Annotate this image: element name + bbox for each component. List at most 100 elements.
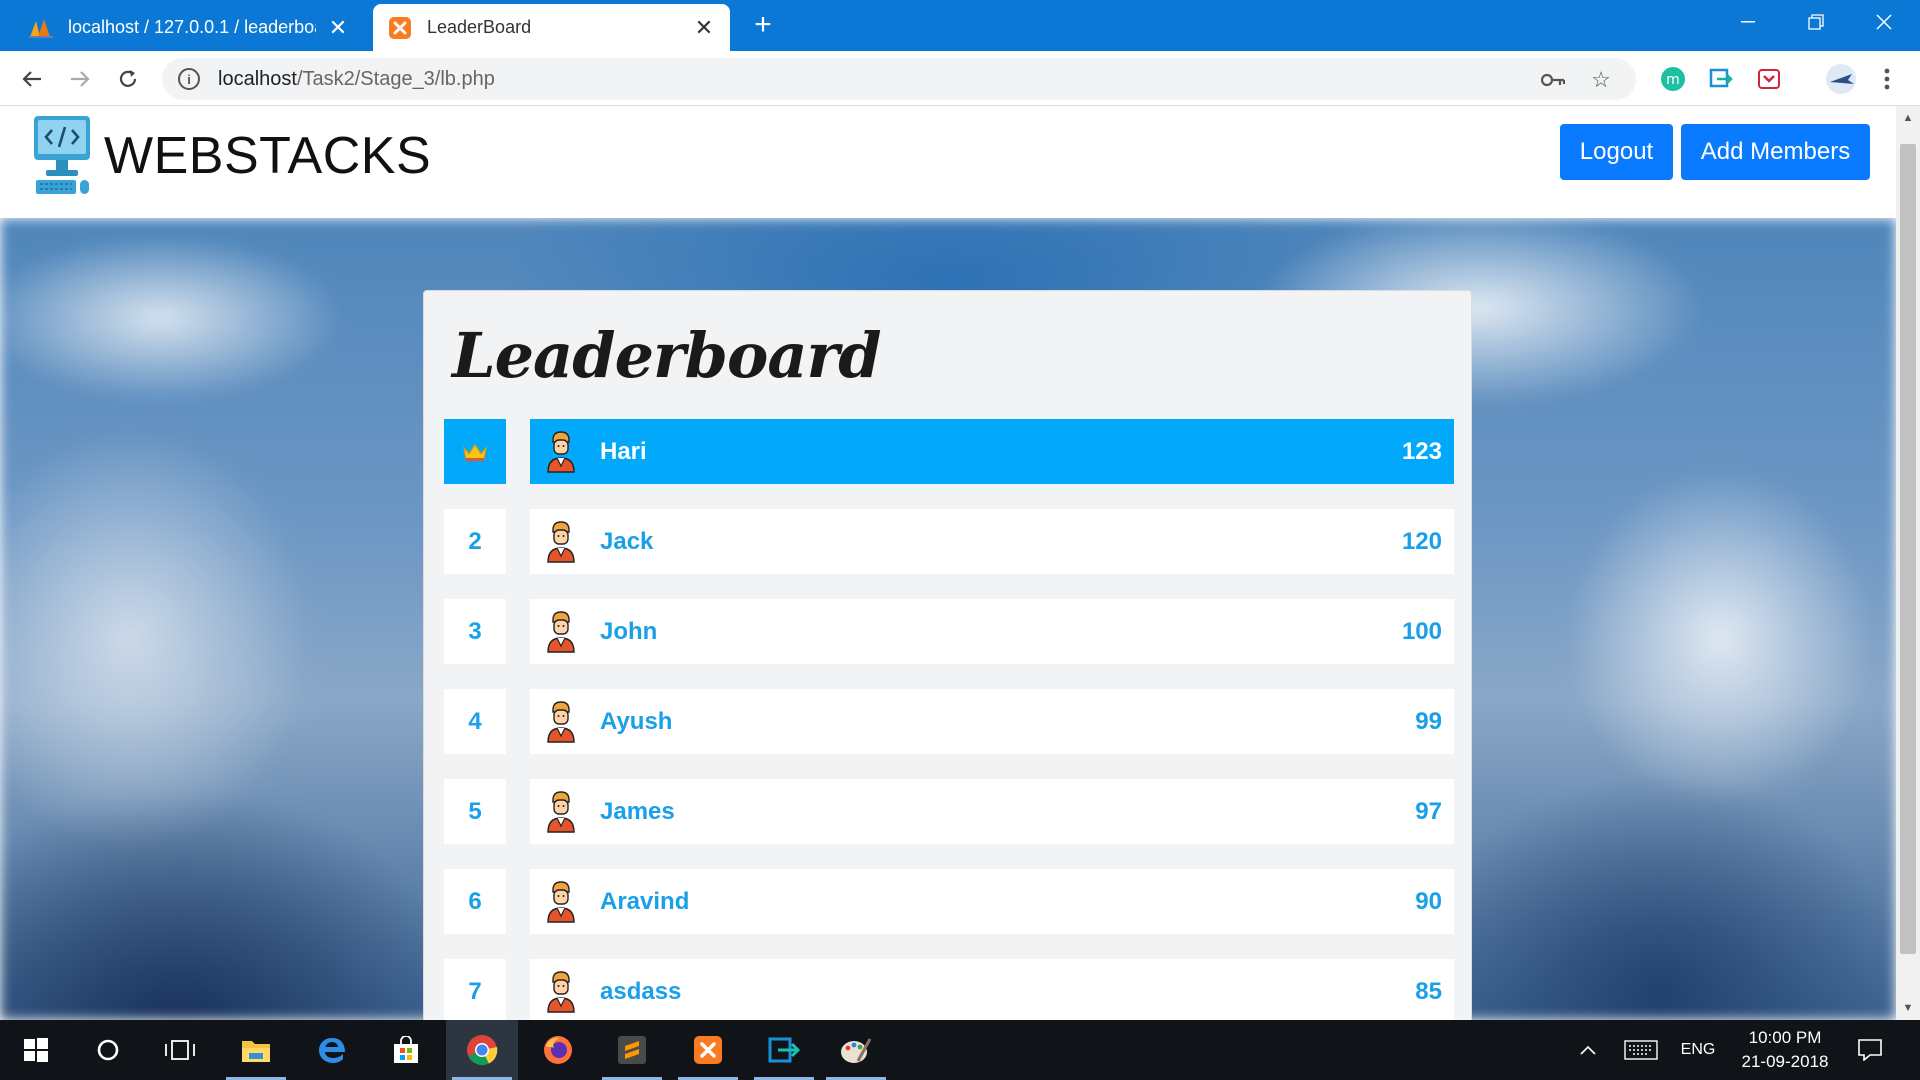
menu-dots-icon[interactable]: [1874, 66, 1900, 92]
member-avatar-icon: [547, 700, 575, 743]
paint-icon[interactable]: [820, 1020, 892, 1080]
member-entry[interactable]: Hari 123: [530, 419, 1454, 484]
member-entry[interactable]: asdass 85: [530, 959, 1454, 1020]
leaderboard-title: Leaderboard: [452, 319, 882, 392]
rank-number: 6: [444, 869, 506, 934]
rank-number: 4: [444, 689, 506, 754]
browser-tab-bar: localhost / 127.0.0.1 / leaderboard ✕ Le…: [0, 0, 1920, 51]
new-tab-button[interactable]: +: [748, 10, 778, 40]
scroll-down-icon[interactable]: ▼: [1896, 996, 1920, 1020]
member-score: 123: [1401, 437, 1442, 465]
leaderboard-row: 4 Ayush 99: [444, 689, 1454, 754]
keyboard-icon[interactable]: [1620, 1020, 1662, 1080]
scroll-thumb[interactable]: [1900, 144, 1916, 954]
member-score: 85: [1415, 977, 1442, 1005]
member-score: 90: [1415, 887, 1442, 915]
clock-time: 10:00 PM: [1748, 1028, 1822, 1047]
tab-title: LeaderBoard: [427, 17, 532, 37]
brand-name: WEBSTACKS: [104, 127, 432, 185]
cortana-search-icon[interactable]: [72, 1020, 144, 1080]
member-avatar-icon: [547, 610, 575, 653]
firefox-icon[interactable]: [522, 1020, 594, 1080]
svg-text:m: m: [1666, 72, 1680, 88]
member-name: James: [600, 797, 675, 825]
profile-avatar-icon[interactable]: [1826, 64, 1856, 94]
restore-icon[interactable]: [1782, 0, 1850, 44]
rank-number: 3: [444, 599, 506, 664]
leaderboard-row: 5 James 97: [444, 779, 1454, 844]
logout-button[interactable]: Logout: [1560, 124, 1673, 180]
task-view-icon[interactable]: [144, 1020, 216, 1080]
leaderboard-row: 7 asdass 85: [444, 959, 1454, 1020]
system-clock[interactable]: 10:00 PM 21-09-2018: [1720, 1026, 1850, 1074]
site-info-icon[interactable]: i: [178, 68, 200, 90]
tab-phpmyadmin[interactable]: localhost / 127.0.0.1 / leaderboard ✕: [14, 4, 364, 51]
member-entry[interactable]: Aravind 90: [530, 869, 1454, 934]
member-name: John: [600, 617, 658, 645]
member-score: 100: [1401, 617, 1442, 645]
crown-icon: [444, 419, 506, 484]
extension-share-icon[interactable]: [1708, 66, 1734, 92]
clock-date: 21-09-2018: [1741, 1052, 1829, 1071]
language-indicator[interactable]: ENG: [1674, 1020, 1722, 1080]
tab-leaderboard[interactable]: LeaderBoard ✕: [373, 4, 730, 51]
scroll-up-icon[interactable]: ▲: [1896, 106, 1920, 130]
member-name: Hari: [600, 437, 647, 465]
member-avatar-icon: [547, 430, 575, 473]
member-entry[interactable]: Ayush 99: [530, 689, 1454, 754]
key-icon[interactable]: [1540, 67, 1566, 93]
notifications-icon[interactable]: [1850, 1020, 1890, 1080]
microsoft-store-icon[interactable]: [370, 1020, 442, 1080]
browser-toolbar: i localhost/Task2/Stage_3/lb.php ☆ m: [0, 51, 1920, 106]
member-entry[interactable]: Jack 120: [530, 509, 1454, 574]
close-window-icon[interactable]: [1850, 0, 1918, 44]
leaderboard-row: 3 John 100: [444, 599, 1454, 664]
windows-start-icon[interactable]: [0, 1020, 72, 1080]
page-viewport: WEBSTACKS Logout Add Members Leaderboard…: [0, 106, 1896, 1020]
phpmyadmin-icon: [28, 15, 54, 41]
close-icon[interactable]: ✕: [326, 15, 350, 40]
file-explorer-icon[interactable]: [220, 1020, 292, 1080]
computer-code-icon: [34, 116, 90, 194]
address-bar[interactable]: i localhost/Task2/Stage_3/lb.php ☆: [162, 58, 1636, 100]
member-avatar-icon: [547, 880, 575, 923]
share-app-icon[interactable]: [748, 1020, 820, 1080]
member-entry[interactable]: John 100: [530, 599, 1454, 664]
site-navbar: WEBSTACKS Logout Add Members: [0, 106, 1896, 218]
member-name: asdass: [600, 977, 682, 1005]
member-entry[interactable]: James 97: [530, 779, 1454, 844]
member-avatar-icon: [547, 520, 575, 563]
brand[interactable]: WEBSTACKS: [32, 112, 431, 200]
bookmark-star-icon[interactable]: ☆: [1588, 67, 1614, 93]
rank-number: 2: [444, 509, 506, 574]
member-name: Jack: [600, 527, 654, 555]
page-scrollbar[interactable]: ▲ ▼: [1896, 106, 1920, 1020]
edge-browser-icon[interactable]: [296, 1020, 368, 1080]
member-avatar-icon: [547, 790, 575, 833]
add-members-button[interactable]: Add Members: [1681, 124, 1870, 180]
tab-title: localhost / 127.0.0.1 / leaderboard: [68, 17, 316, 37]
forward-icon[interactable]: [62, 61, 98, 97]
chrome-icon[interactable]: [446, 1020, 518, 1080]
url-text: localhost/Task2/Stage_3/lb.php: [218, 67, 495, 90]
xampp-icon: [387, 15, 413, 41]
back-icon[interactable]: [14, 61, 50, 97]
rank-number: 7: [444, 959, 506, 1020]
close-icon[interactable]: ✕: [692, 15, 716, 40]
rank-number: 5: [444, 779, 506, 844]
extension-pocket-icon[interactable]: [1756, 66, 1782, 92]
xampp-taskbar-icon[interactable]: [672, 1020, 744, 1080]
member-name: Ayush: [600, 707, 673, 735]
extension-m-icon[interactable]: m: [1660, 66, 1686, 92]
member-score: 120: [1401, 527, 1442, 555]
member-score: 99: [1415, 707, 1442, 735]
reload-icon[interactable]: [110, 61, 146, 97]
show-hidden-icons-icon[interactable]: [1572, 1020, 1604, 1080]
leaderboard-card: Leaderboard Hari 123 2 Jack 120 3 John 1…: [423, 290, 1472, 1020]
leaderboard-row: 2 Jack 120: [444, 509, 1454, 574]
minimize-icon[interactable]: [1714, 0, 1782, 44]
leaderboard-row: Hari 123: [444, 419, 1454, 484]
leaderboard-row: 6 Aravind 90: [444, 869, 1454, 934]
sublime-text-icon[interactable]: [596, 1020, 668, 1080]
member-avatar-icon: [547, 970, 575, 1013]
